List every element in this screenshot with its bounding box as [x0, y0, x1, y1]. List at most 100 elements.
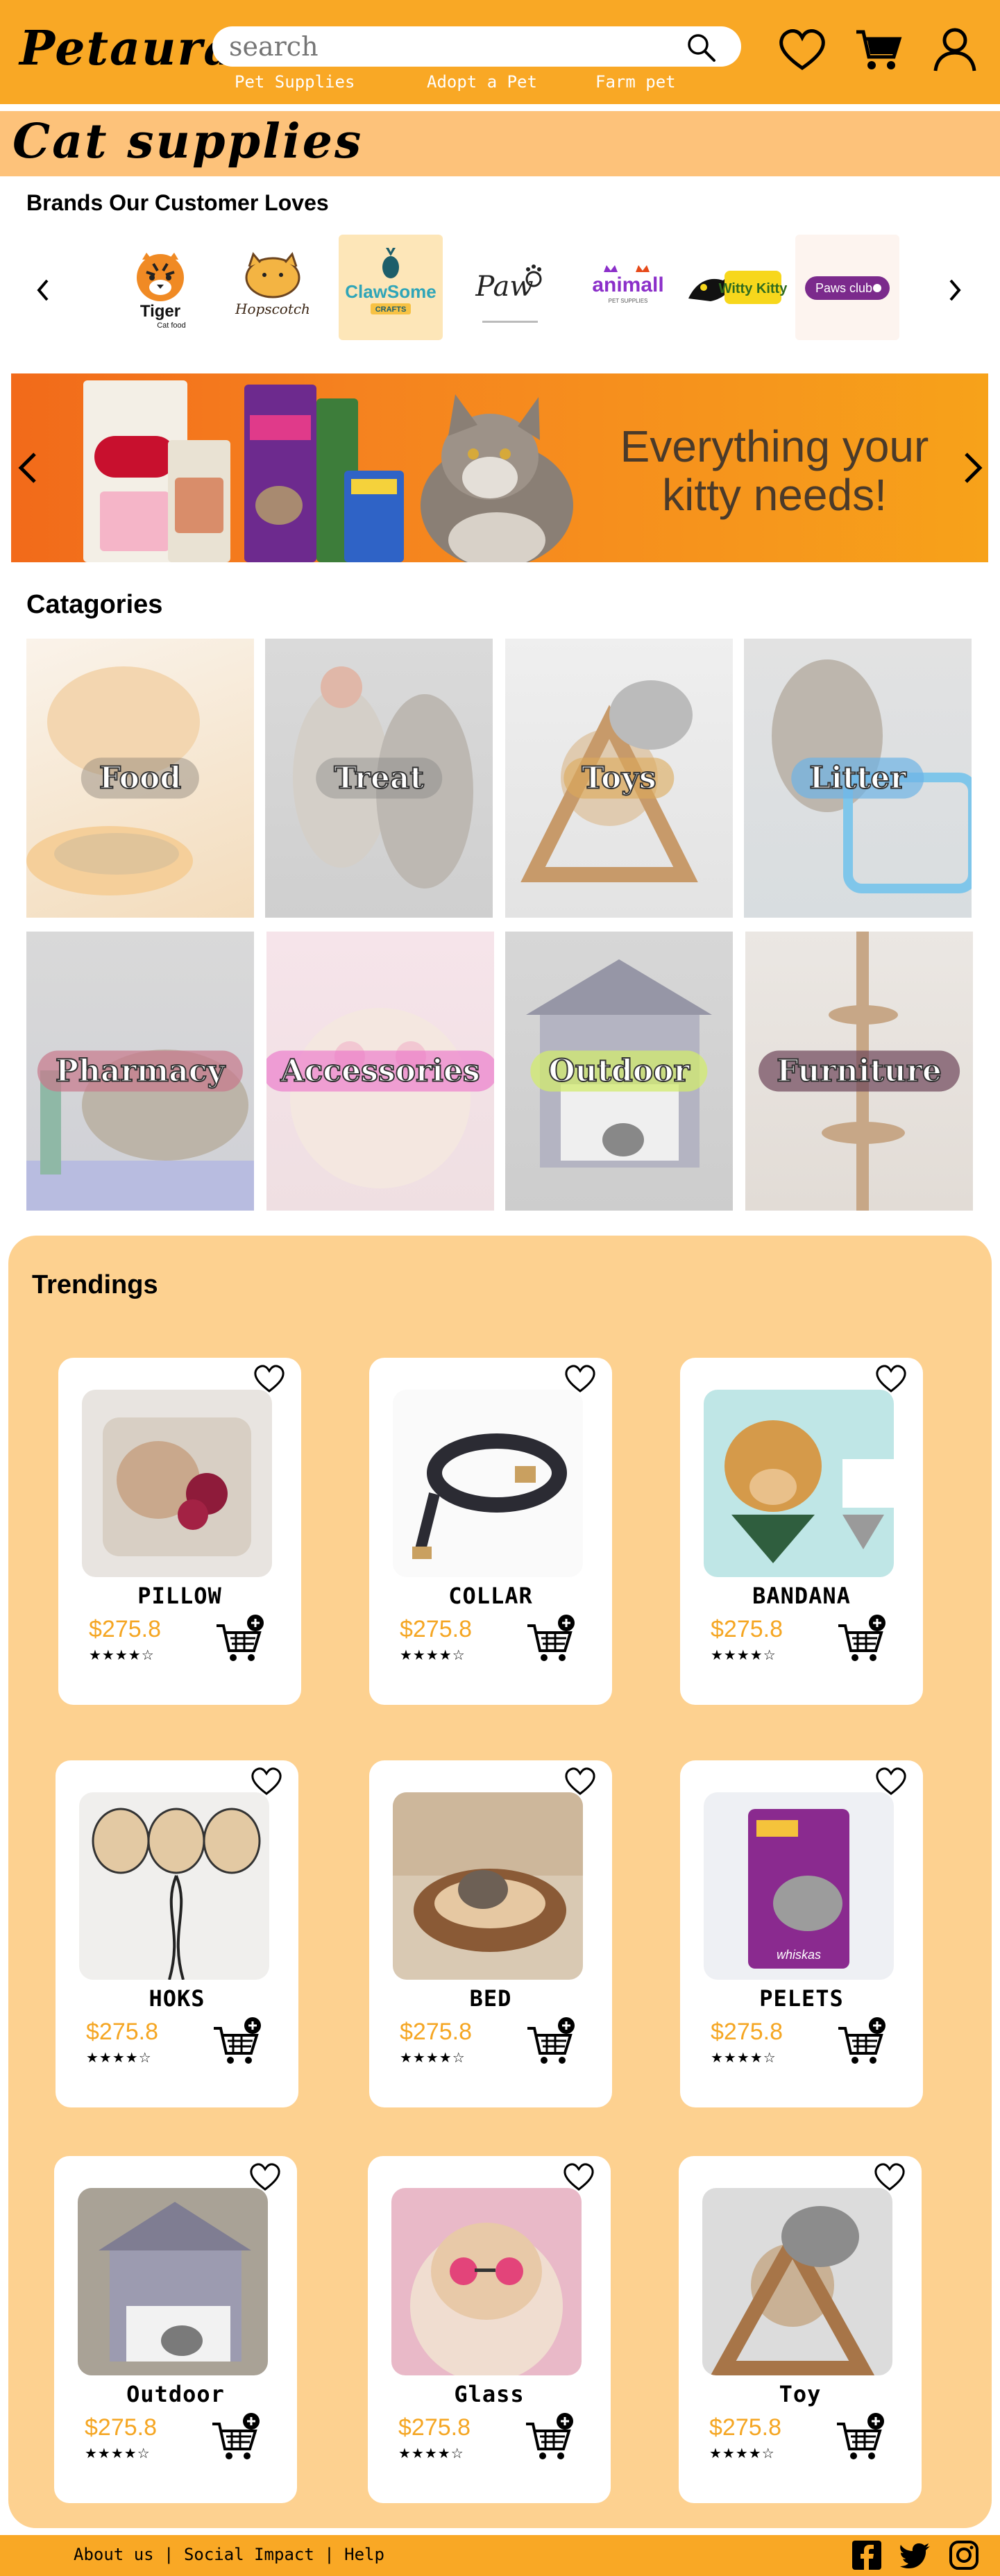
brand-sub: Cat food — [157, 321, 186, 330]
category-label: Food — [80, 757, 200, 799]
product-rating: ★★★★☆ — [400, 2051, 466, 2066]
bed-image — [393, 1792, 583, 1952]
add-to-cart-icon[interactable] — [834, 2411, 887, 2464]
product-image[interactable] — [393, 1390, 583, 1577]
footer-links: About us | Social Impact | Help — [74, 2545, 384, 2564]
add-to-cart-icon[interactable] — [836, 1613, 888, 1666]
category-accessories[interactable]: Accessories — [266, 932, 494, 1211]
product-image[interactable] — [78, 2188, 268, 2375]
add-to-cart-icon[interactable] — [211, 2016, 264, 2069]
product-image[interactable] — [704, 1390, 894, 1577]
product-image[interactable]: whiskas — [704, 1792, 894, 1980]
product-rating: ★★★★☆ — [400, 1648, 466, 1663]
witty-kitty-logo: Witty Kitty — [688, 271, 787, 304]
product-name: BANDANA — [752, 1583, 851, 1609]
add-to-cart-icon[interactable] — [836, 2016, 888, 2069]
heart-icon[interactable] — [777, 25, 827, 75]
product-card-pillow[interactable]: PILLOW $275.8 ★★★★☆ — [58, 1358, 301, 1705]
product-price: $275.8 — [711, 1616, 783, 1642]
footer-link-social-impact[interactable]: Social Impact — [184, 2545, 314, 2564]
clawsome-logo: ClawSome CRAFTS — [345, 248, 437, 314]
tiger-logo: Tiger Cat food — [137, 253, 186, 330]
facebook-icon[interactable] — [851, 2539, 883, 2571]
add-to-cart-icon[interactable] — [523, 2411, 576, 2464]
glass-cat-image — [410, 2223, 563, 2375]
brands-next-arrow-icon[interactable] — [941, 269, 969, 311]
add-to-cart-icon[interactable] — [210, 2411, 262, 2464]
twitter-icon[interactable] — [899, 2539, 931, 2571]
product-card-outdoor[interactable]: Outdoor $275.8 ★★★★☆ — [54, 2156, 297, 2503]
paws-club-logo: Paws club — [805, 276, 890, 300]
product-name: Glass — [454, 2381, 525, 2407]
bandana-image — [724, 1420, 894, 1563]
brand-logo-paws-club[interactable]: Paws club — [795, 235, 899, 340]
banner-next-arrow-icon[interactable] — [954, 440, 988, 496]
brand-name: Hopscotch — [235, 301, 310, 317]
site-logo[interactable]: Petaura — [19, 21, 235, 76]
brand-logo-clawsome[interactable]: ClawSome CRAFTS — [339, 235, 443, 340]
outdoor-house-image — [99, 2202, 251, 2362]
product-card-bed[interactable]: BED $275.8 ★★★★☆ — [369, 1760, 612, 2107]
brand-logo-animall[interactable]: animall PET SUPPLIES — [576, 235, 680, 340]
brand-name: Paw — [475, 271, 533, 303]
product-image[interactable] — [391, 2188, 582, 2375]
product-name: BED — [469, 1985, 512, 2012]
footer-separator: | — [153, 2545, 184, 2564]
banner-text: Everything your kitty needs! — [620, 421, 929, 520]
categories-heading: Catagories — [26, 590, 163, 619]
cart-icon[interactable] — [854, 25, 904, 75]
nav-adopt-a-pet[interactable]: Adopt a Pet — [427, 72, 537, 92]
brand-logo-hopscotch[interactable]: Hopscotch — [221, 235, 325, 340]
product-image[interactable] — [393, 1792, 583, 1980]
product-card-bandana[interactable]: BANDANA $275.8 ★★★★☆ — [680, 1358, 923, 1705]
category-outdoor[interactable]: Outdoor — [505, 932, 733, 1211]
nav-pet-supplies[interactable]: Pet Supplies — [235, 72, 355, 92]
footer-link-about-us[interactable]: About us — [74, 2545, 154, 2564]
banner-prev-arrow-icon[interactable] — [11, 440, 46, 496]
user-icon[interactable] — [930, 25, 980, 75]
product-image[interactable] — [82, 1390, 272, 1577]
footer-link-help[interactable]: Help — [344, 2545, 384, 2564]
product-price: $275.8 — [89, 1616, 161, 1642]
product-card-toy[interactable]: Toy $275.8 ★★★★☆ — [679, 2156, 922, 2503]
product-name: Outdoor — [126, 2381, 225, 2407]
promo-banner[interactable]: Everything your kitty needs! — [11, 373, 988, 562]
brand-sub: CRAFTS — [375, 305, 407, 314]
brand-logo-paw[interactable]: Paw — [458, 235, 562, 340]
category-label: Treat — [316, 757, 442, 799]
category-furniture[interactable]: Furniture — [745, 932, 973, 1211]
product-price: $275.8 — [398, 2414, 471, 2441]
nav-farm-pet[interactable]: Farm pet — [595, 72, 676, 92]
category-toys[interactable]: Toys — [505, 639, 733, 918]
svg-text:whiskas: whiskas — [777, 1948, 821, 1962]
product-card-glass[interactable]: Glass $275.8 ★★★★☆ — [368, 2156, 611, 2503]
hopscotch-logo: Hopscotch — [235, 251, 310, 317]
product-price: $275.8 — [86, 2019, 158, 2045]
brand-sub: PET SUPPLIES — [609, 298, 648, 304]
product-card-collar[interactable]: COLLAR $275.8 ★★★★☆ — [369, 1358, 612, 1705]
product-card-pelets[interactable]: whiskas PELETS $275.8 ★★★★☆ — [680, 1760, 923, 2107]
category-label: Toys — [563, 757, 675, 799]
product-rating: ★★★★☆ — [711, 1648, 777, 1663]
category-label: Outdoor — [530, 1050, 708, 1092]
category-pharmacy[interactable]: Pharmacy — [26, 932, 254, 1211]
add-to-cart-icon[interactable] — [525, 1613, 577, 1666]
category-food[interactable]: Food — [26, 639, 254, 918]
product-image[interactable] — [702, 2188, 892, 2375]
add-to-cart-icon[interactable] — [214, 1613, 266, 1666]
product-card-hoks[interactable]: HOKS $275.8 ★★★★☆ — [56, 1760, 298, 2107]
product-image[interactable] — [79, 1792, 269, 1980]
site-header: Petaura Pet Supplies Adopt a Pet Farm pe… — [0, 0, 1000, 104]
product-price: $275.8 — [85, 2414, 157, 2441]
brand-logo-tiger[interactable]: Tiger Cat food — [108, 235, 212, 340]
brands-prev-arrow-icon[interactable] — [29, 269, 57, 311]
category-treat[interactable]: Treat — [265, 639, 493, 918]
search-icon[interactable] — [686, 32, 716, 62]
category-litter[interactable]: Litter — [744, 639, 972, 918]
instagram-icon[interactable] — [948, 2539, 980, 2571]
hooks-image — [92, 1808, 261, 1980]
add-to-cart-icon[interactable] — [525, 2016, 577, 2069]
search-input[interactable] — [229, 32, 673, 61]
brand-logo-witty-kitty[interactable]: Witty Kitty — [681, 235, 788, 340]
search-bar[interactable] — [212, 26, 741, 67]
